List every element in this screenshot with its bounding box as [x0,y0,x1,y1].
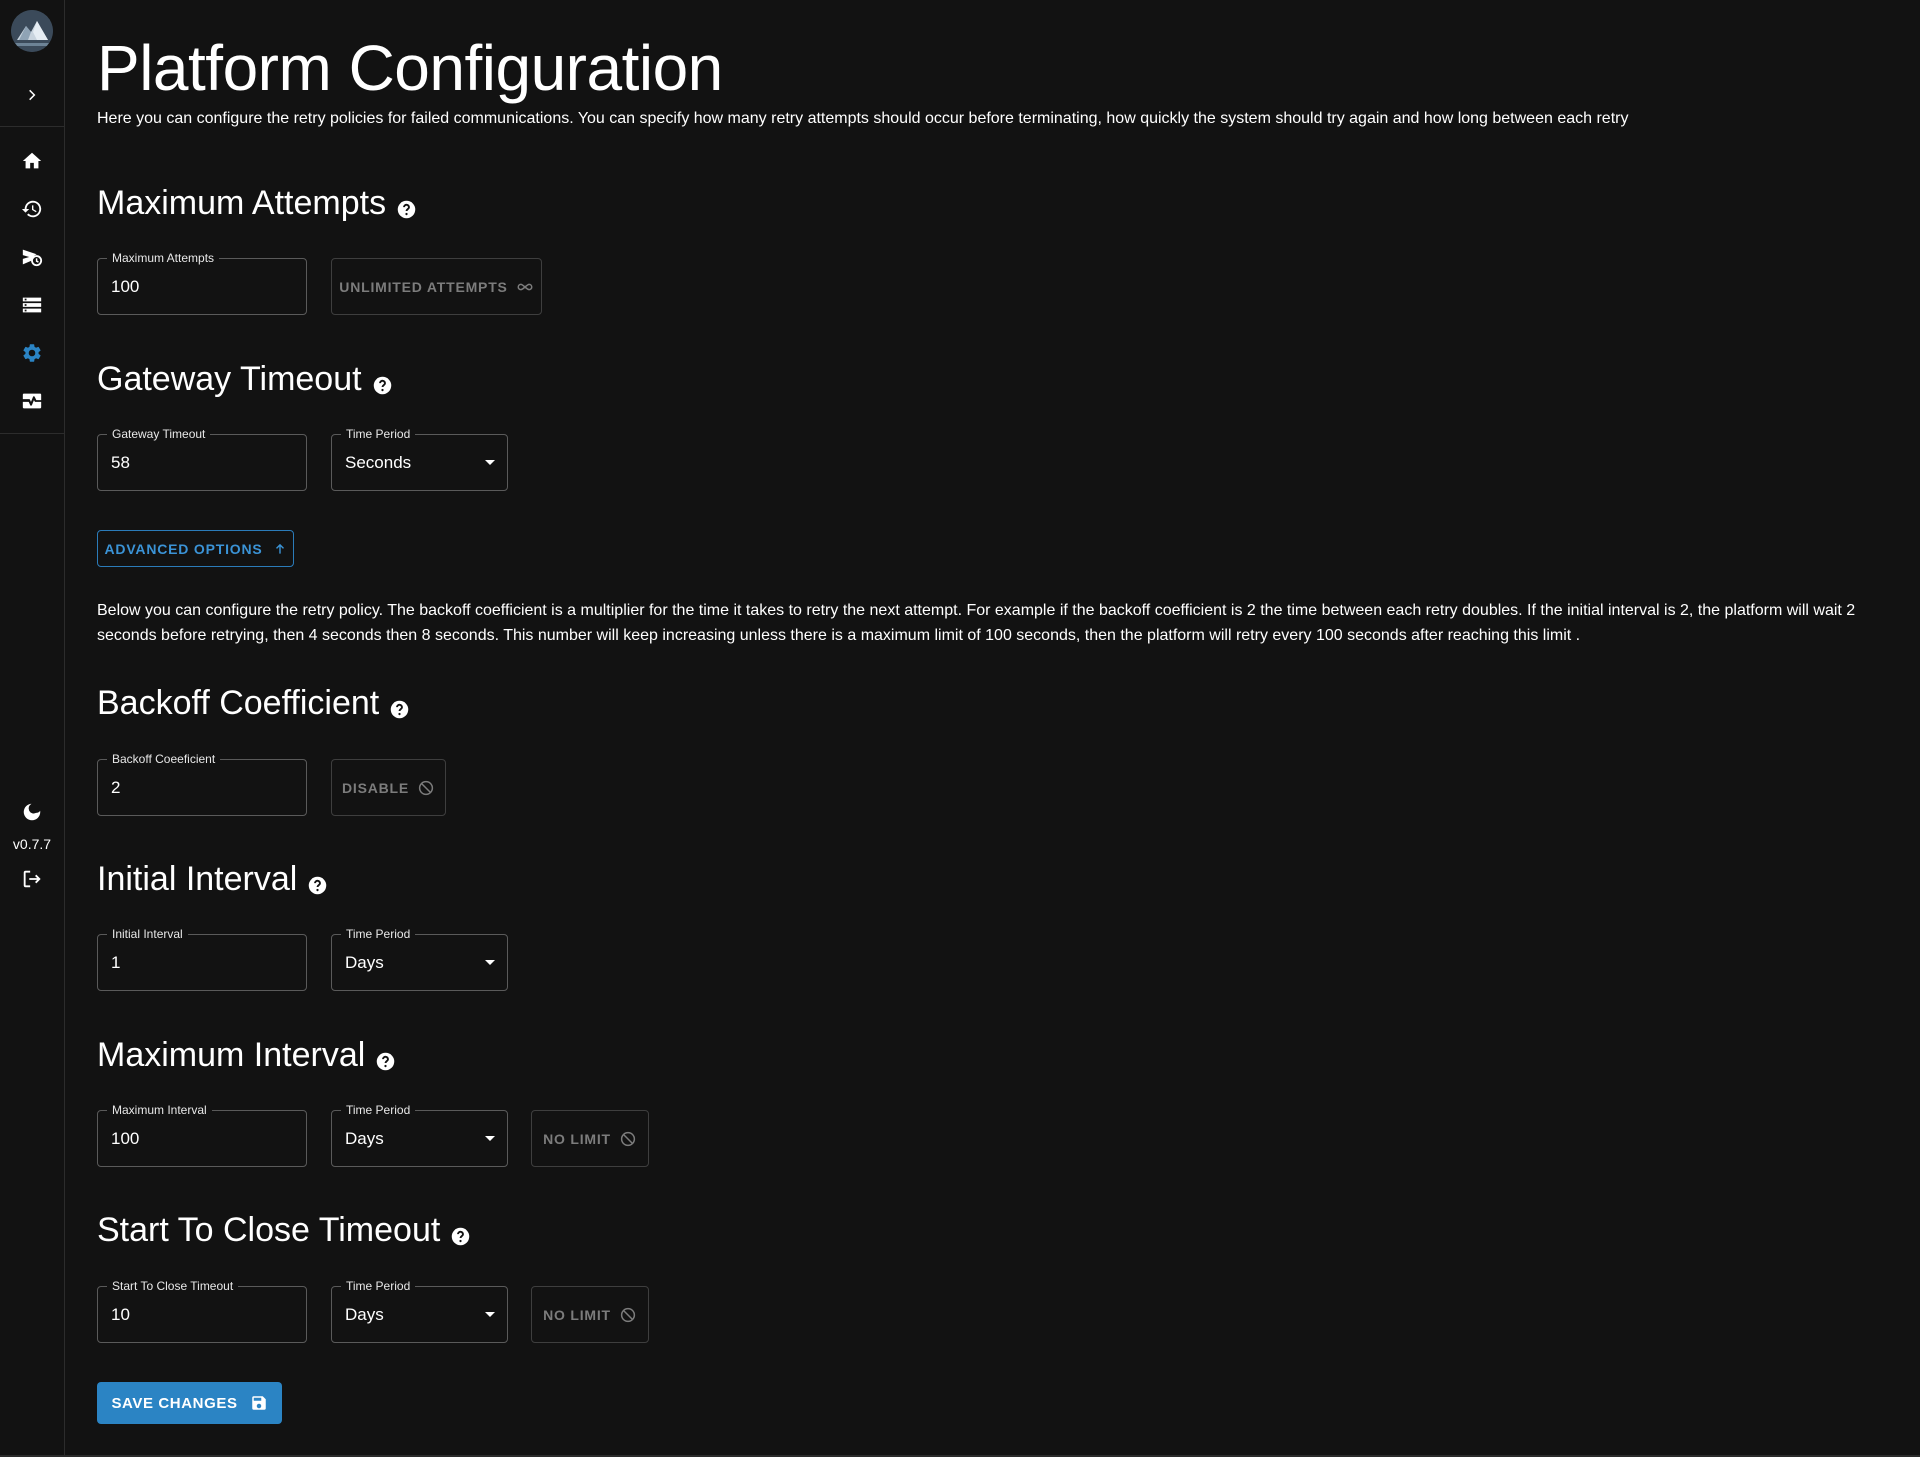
gateway-timeout-field[interactable]: Gateway Timeout 58 [97,426,307,491]
help-icon[interactable] [375,1041,396,1070]
initial-interval-field[interactable]: Initial Interval 1 [97,926,307,991]
infinity-icon [517,283,533,290]
save-icon [251,1396,266,1410]
sidebar-divider [0,433,64,434]
initial-interval-input[interactable]: 1 [111,952,281,974]
no-limit-start-to-close-button[interactable]: NO LIMIT [531,1286,649,1343]
button-label: NO LIMIT [543,1306,611,1323]
help-icon[interactable] [396,189,417,218]
caret-down-icon [485,960,495,965]
disable-backoff-button[interactable]: DISABLE [331,759,446,816]
advanced-options-button[interactable]: ADVANCED OPTIONS [97,530,294,567]
section-start-to-close-timeout: Start To Close Timeout [97,1210,471,1250]
field-label: Start To Close Timeout [107,1278,239,1294]
field-label: Time Period [341,1278,416,1294]
sidebar-item-history[interactable] [12,189,52,229]
maximum-interval-field[interactable]: Maximum Interval 100 [97,1102,307,1167]
section-maximum-attempts: Maximum Attempts [97,183,417,223]
theme-toggle-button[interactable] [12,792,52,832]
gateway-time-period-select[interactable]: Time Period Seconds [331,426,508,491]
maximum-attempts-field[interactable]: Maximum Attempts 100 [97,250,307,315]
monitor-heart-icon [22,393,42,409]
block-icon [418,780,434,795]
initial-time-period-select[interactable]: Time Period Days [331,926,508,991]
field-label: Gateway Timeout [107,426,211,442]
sidebar-item-home[interactable] [12,141,52,181]
main-content: Platform Configuration Here you can conf… [97,0,1897,1457]
caret-down-icon [485,1312,495,1317]
home-icon [22,152,42,169]
no-limit-maximum-interval-button[interactable]: NO LIMIT [531,1110,649,1167]
start-to-close-time-period-select[interactable]: Time Period Days [331,1278,508,1343]
sidebar-item-storage[interactable] [12,285,52,325]
button-label: SAVE CHANGES [111,1394,238,1412]
gateway-timeout-input[interactable]: 58 [111,452,281,474]
unlimited-attempts-button[interactable]: UNLIMITED ATTEMPTS [331,258,542,315]
section-title: Maximum Attempts [97,184,387,222]
field-label: Time Period [341,1102,416,1118]
button-label: DISABLE [341,779,410,796]
help-icon[interactable] [389,689,410,718]
block-icon [620,1307,636,1322]
scheduled-send-icon [22,249,43,267]
maximum-interval-input[interactable]: 100 [111,1128,281,1150]
caret-down-icon [485,1136,495,1141]
field-label: Time Period [341,426,416,442]
maximum-attempts-input[interactable]: 100 [111,276,281,298]
field-label: Backoff Coeeficient [107,751,221,767]
app-version: v0.7.7 [12,836,52,852]
backoff-coefficient-input[interactable]: 2 [111,777,281,799]
caret-down-icon [485,460,495,465]
section-gateway-timeout: Gateway Timeout [97,359,393,399]
field-label: Initial Interval [107,926,188,942]
sidebar-item-monitoring[interactable] [12,381,52,421]
app-logo[interactable] [11,10,53,52]
sidebar-item-settings[interactable] [12,333,52,373]
field-label: Maximum Interval [107,1102,212,1118]
sidebar: v0.7.7 [0,0,65,1457]
help-icon[interactable] [307,865,328,894]
field-label: Time Period [341,926,416,942]
sidebar-item-scheduled[interactable] [12,237,52,277]
page-description: Here you can configure the retry policie… [97,110,1629,127]
start-to-close-field[interactable]: Start To Close Timeout 10 [97,1278,307,1343]
section-maximum-interval: Maximum Interval [97,1035,396,1075]
help-icon[interactable] [372,365,393,394]
start-to-close-input[interactable]: 10 [111,1304,281,1326]
arrow-up-icon [275,543,284,554]
page-title: Platform Configuration [97,32,723,104]
section-title: Start To Close Timeout [97,1211,441,1249]
storage-icon [22,297,42,313]
history-icon [21,200,42,218]
block-icon [620,1131,636,1146]
save-changes-button[interactable]: SAVE CHANGES [97,1382,282,1424]
gear-icon [23,344,41,362]
button-label: ADVANCED OPTIONS [104,540,263,557]
sidebar-divider [0,126,64,127]
chevron-right-icon [29,89,36,101]
expand-sidebar-button[interactable] [17,80,47,110]
advanced-description: Below you can configure the retry policy… [97,602,1856,644]
field-label: Maximum Attempts [107,250,220,266]
section-title: Gateway Timeout [97,360,362,398]
backoff-coefficient-field[interactable]: Backoff Coeeficient 2 [97,751,307,816]
button-label: NO LIMIT [543,1130,611,1147]
section-initial-interval: Initial Interval [97,859,328,899]
logout-button[interactable] [12,859,52,899]
help-icon[interactable] [450,1216,471,1245]
section-title: Initial Interval [97,860,298,898]
section-title: Backoff Coefficient [97,684,380,722]
moon-icon [23,803,41,821]
logout-icon [23,870,41,888]
maximum-time-period-select[interactable]: Time Period Days [331,1102,508,1167]
section-title: Maximum Interval [97,1036,366,1074]
button-label: UNLIMITED ATTEMPTS [339,278,508,295]
section-backoff-coefficient: Backoff Coefficient [97,683,410,723]
